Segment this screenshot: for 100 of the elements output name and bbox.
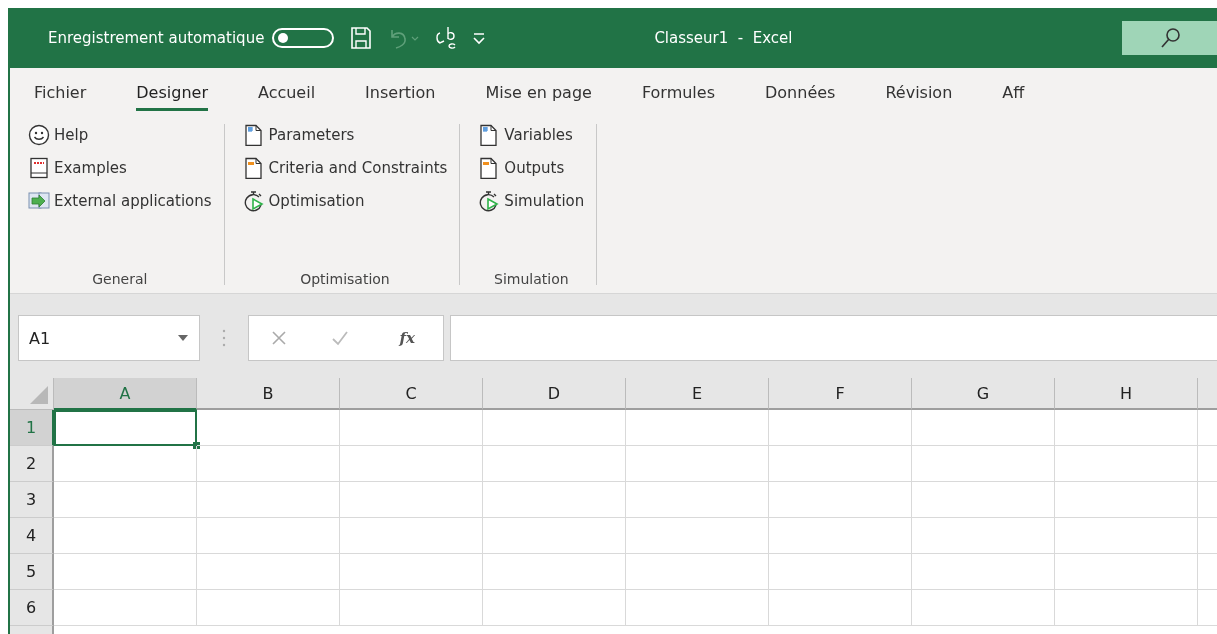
grid-cell[interactable]	[340, 482, 483, 518]
row-header[interactable]: 4	[10, 518, 54, 554]
stopwatch-icon	[242, 190, 265, 212]
grid-cell[interactable]	[769, 482, 912, 518]
grid-cell[interactable]	[626, 554, 769, 590]
grid-cell[interactable]	[1055, 446, 1198, 482]
column-header[interactable]: G	[912, 378, 1055, 410]
ribbon-tab[interactable]: Révision	[885, 77, 953, 111]
row-header[interactable]: 6	[10, 590, 54, 626]
select-all-button[interactable]	[10, 378, 54, 410]
column-header[interactable]: C	[340, 378, 483, 410]
column-header[interactable]: H	[1055, 378, 1198, 410]
grid-cell[interactable]	[340, 590, 483, 626]
row-header[interactable]: 2	[10, 446, 54, 482]
grid-cell[interactable]	[197, 446, 340, 482]
grid-cell[interactable]	[626, 482, 769, 518]
ribbon-button[interactable]: Help	[28, 124, 212, 146]
grid-cell[interactable]	[197, 518, 340, 554]
ribbon-button[interactable]: Parameters	[242, 124, 448, 146]
grid-cell[interactable]	[54, 590, 197, 626]
fill-handle[interactable]	[193, 442, 200, 449]
ribbon-button[interactable]: Simulation	[478, 190, 585, 212]
grid-cell[interactable]	[483, 590, 626, 626]
ribbon-button[interactable]: Variables	[478, 124, 585, 146]
grid-cell[interactable]	[912, 554, 1055, 590]
row-header[interactable]: 3	[10, 482, 54, 518]
ribbon-button[interactable]: Examples	[28, 157, 212, 179]
ribbon-tab[interactable]: Designer	[136, 77, 208, 111]
grid-cell[interactable]	[1055, 518, 1198, 554]
grid-cell[interactable]	[912, 482, 1055, 518]
stopwatch-icon	[478, 190, 501, 212]
ribbon-tab[interactable]: Fichier	[34, 77, 87, 111]
ribbon-tab[interactable]: Formules	[641, 77, 715, 111]
window-arrow-icon	[28, 190, 50, 212]
customize-icon[interactable]	[472, 31, 487, 45]
grid-cell[interactable]	[1055, 410, 1198, 446]
grid-cell[interactable]	[54, 518, 197, 554]
grid-cell[interactable]	[769, 446, 912, 482]
grid-cell[interactable]	[483, 446, 626, 482]
formula-field[interactable]	[450, 315, 1217, 361]
column-header[interactable]: E	[626, 378, 769, 410]
ribbon-button[interactable]: Outputs	[478, 157, 585, 179]
grid-cell[interactable]	[1055, 554, 1198, 590]
grid-cell[interactable]	[54, 482, 197, 518]
dropdown-icon[interactable]	[177, 334, 189, 342]
grid-cell[interactable]	[483, 518, 626, 554]
group-label: Optimisation	[299, 271, 391, 287]
book-icon	[28, 157, 50, 179]
grid-cell[interactable]	[340, 518, 483, 554]
autosave-toggle[interactable]	[272, 28, 335, 48]
grid-cell[interactable]	[1055, 590, 1198, 626]
grid-cell[interactable]	[483, 554, 626, 590]
grid-cell[interactable]	[483, 482, 626, 518]
grid-cell[interactable]	[1055, 482, 1198, 518]
grid-cell[interactable]	[769, 518, 912, 554]
grip-icon	[222, 329, 226, 347]
ribbon-button[interactable]: Criteria and Constraints	[242, 157, 448, 179]
save-icon[interactable]	[350, 26, 373, 50]
ribbon-tab[interactable]: Aff	[1002, 77, 1025, 111]
document-icon	[242, 157, 265, 179]
column-header[interactable]: A	[54, 378, 197, 410]
ribbon-button[interactable]: External applications	[28, 190, 212, 212]
grid-cell[interactable]	[197, 554, 340, 590]
ribbon-button[interactable]: Optimisation	[242, 190, 448, 212]
grid-cell[interactable]	[626, 446, 769, 482]
ribbon-tab[interactable]: Insertion	[365, 77, 436, 111]
ribbon-tab[interactable]: Données	[765, 77, 836, 111]
ribbon-tab[interactable]: Accueil	[257, 77, 316, 111]
grid-cell[interactable]	[769, 554, 912, 590]
grid-cell[interactable]	[340, 410, 483, 446]
insert-function-button[interactable]: fx	[393, 328, 421, 348]
grid-cell[interactable]	[626, 518, 769, 554]
grid-cell[interactable]	[197, 482, 340, 518]
grid-cell[interactable]	[54, 446, 197, 482]
name-box[interactable]: A1	[18, 315, 200, 361]
grid-cell[interactable]	[197, 590, 340, 626]
row-header[interactable]: 5	[10, 554, 54, 590]
cancel-icon[interactable]	[271, 330, 288, 346]
search-field[interactable]	[1122, 21, 1217, 55]
check-icon[interactable]	[331, 330, 350, 346]
column-header[interactable]: D	[483, 378, 626, 410]
grid-cell[interactable]	[912, 518, 1055, 554]
ribbon-tab[interactable]: Mise en page	[485, 77, 592, 111]
column-header[interactable]: B	[197, 378, 340, 410]
grid-cell[interactable]	[912, 590, 1055, 626]
grid-cell[interactable]	[340, 554, 483, 590]
grid-cell[interactable]	[626, 410, 769, 446]
grid-cell[interactable]	[340, 446, 483, 482]
grid-cell[interactable]	[626, 590, 769, 626]
column-header[interactable]: F	[769, 378, 912, 410]
document-icon	[242, 124, 265, 146]
grid-cell[interactable]	[769, 590, 912, 626]
row-header[interactable]: 1	[10, 410, 54, 446]
grid-cell[interactable]	[912, 446, 1055, 482]
grid-cell[interactable]	[197, 410, 340, 446]
grid-cell[interactable]	[912, 410, 1055, 446]
grid-cell[interactable]	[483, 410, 626, 446]
active-cell[interactable]	[54, 410, 197, 446]
grid-cell[interactable]	[54, 554, 197, 590]
grid-cell[interactable]	[769, 410, 912, 446]
